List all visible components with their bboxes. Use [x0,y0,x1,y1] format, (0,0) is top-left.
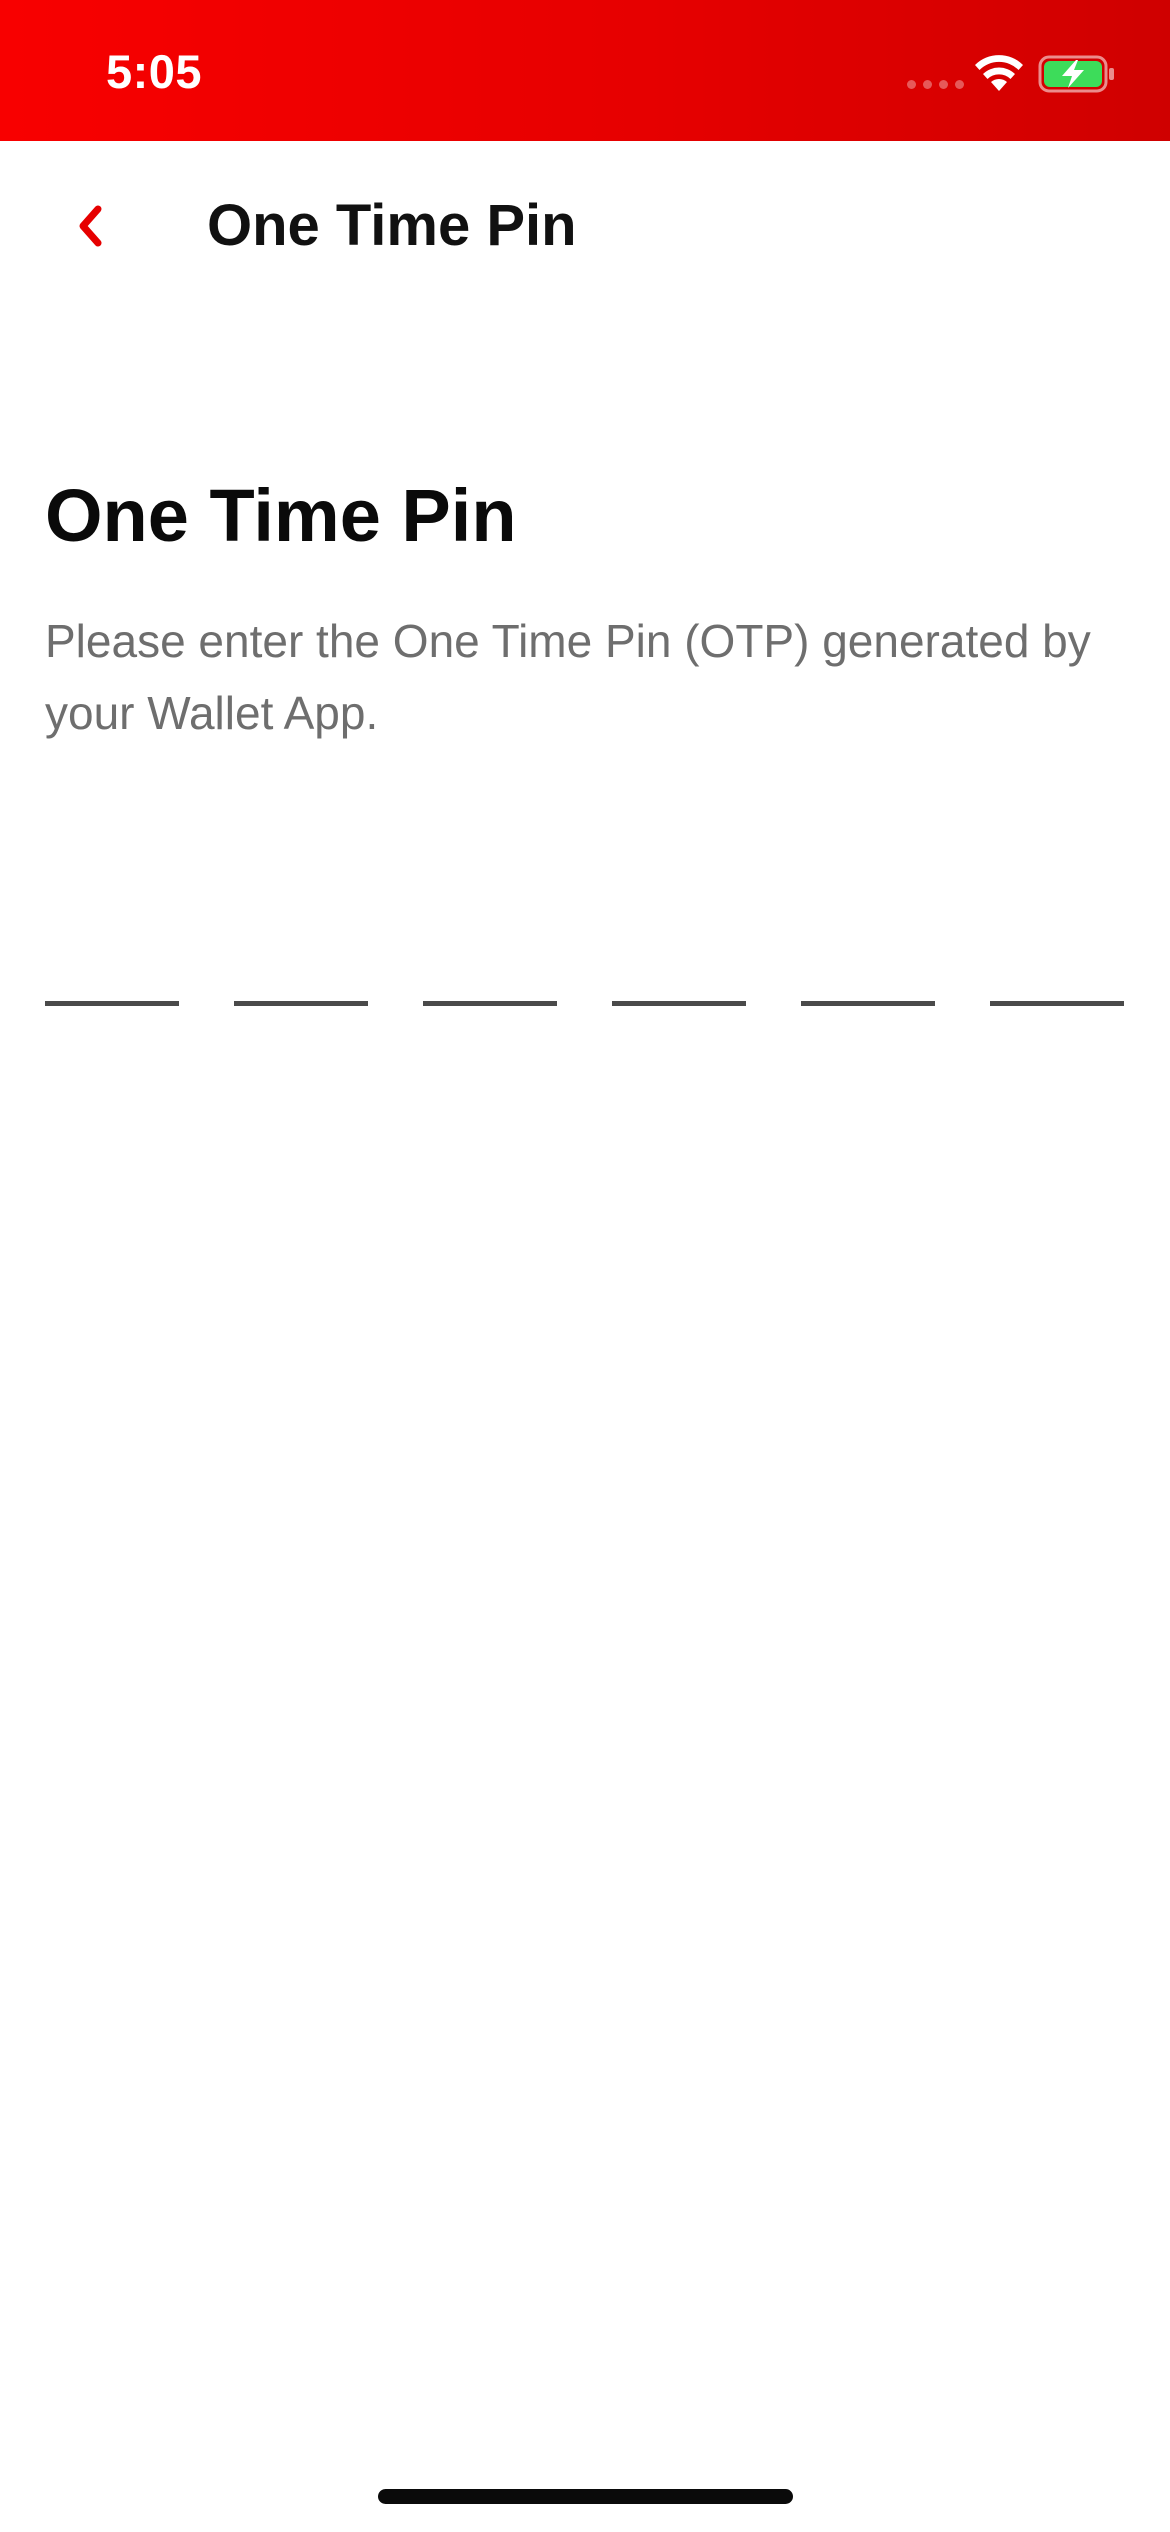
navigation-bar: One Time Pin [0,141,1170,311]
status-bar: 5:05 [0,0,1170,141]
otp-digit-4[interactable] [612,940,746,1006]
otp-digit-5[interactable] [801,940,935,1006]
otp-digit-3[interactable] [423,940,557,1006]
page-title: One Time Pin [45,474,517,557]
chevron-left-icon [79,205,102,247]
otp-screen: 5:05 One Time Pin One Time Pin Please en… [0,0,1170,2532]
otp-digit-1[interactable] [45,940,179,1006]
home-indicator[interactable] [378,2489,793,2504]
battery-charging-icon [1038,55,1114,93]
otp-input-group [45,940,1125,1006]
otp-digit-6[interactable] [990,940,1124,1006]
wifi-icon [975,55,1023,91]
back-button[interactable] [50,186,130,266]
otp-digit-2[interactable] [234,940,368,1006]
page-description: Please enter the One Time Pin (OTP) gene… [45,615,1091,739]
nav-title: One Time Pin [207,193,577,258]
signal-icon [907,80,964,89]
status-time: 5:05 [106,45,203,98]
